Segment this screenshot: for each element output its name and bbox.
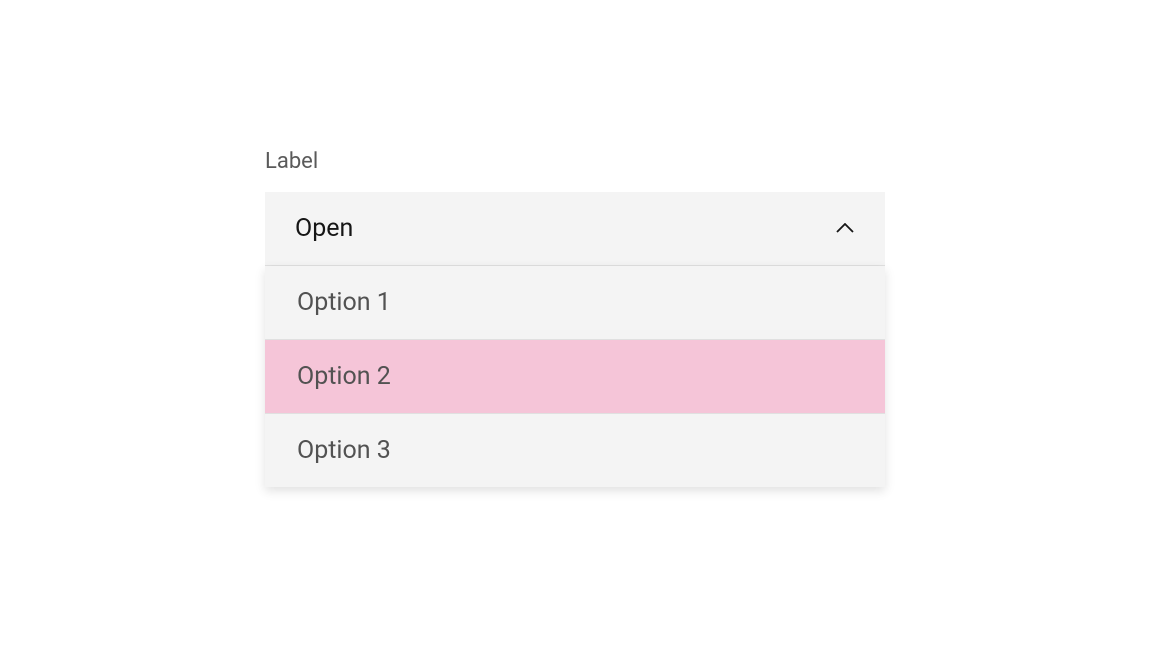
dropdown-trigger-text: Open: [295, 214, 353, 243]
dropdown-option-3[interactable]: Option 3: [265, 414, 885, 487]
dropdown-container: Label Open Option 1 Option 2 Option 3: [265, 149, 885, 487]
dropdown-trigger[interactable]: Open: [265, 192, 885, 266]
dropdown-label: Label: [265, 149, 885, 174]
dropdown-option-1[interactable]: Option 1: [265, 266, 885, 340]
chevron-up-icon: [835, 223, 855, 235]
dropdown-option-2[interactable]: Option 2: [265, 340, 885, 414]
dropdown-options-list: Option 1 Option 2 Option 3: [265, 266, 885, 487]
